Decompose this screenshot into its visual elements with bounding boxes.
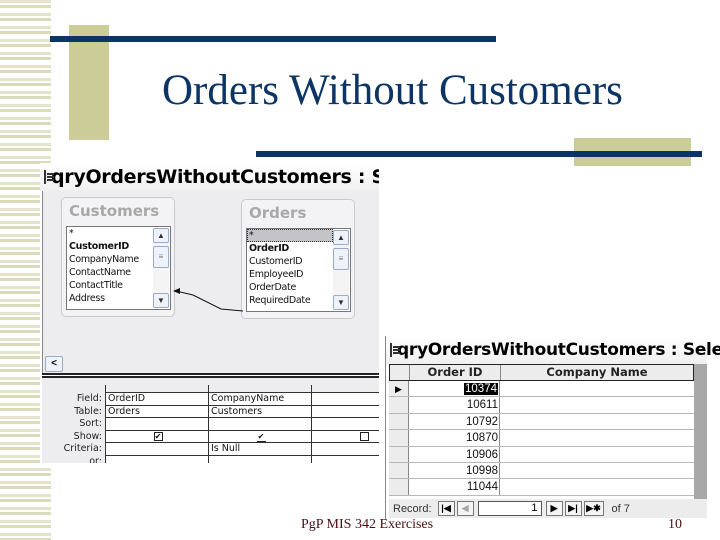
company-name-cell[interactable] bbox=[500, 479, 694, 494]
table-row[interactable]: 10998 bbox=[389, 462, 694, 480]
join-line-path bbox=[175, 290, 244, 312]
grid-cell-or[interactable] bbox=[209, 456, 311, 464]
grid-cell-show[interactable] bbox=[312, 431, 379, 443]
show-checkbox-checked[interactable]: ✔ bbox=[256, 432, 266, 442]
grid-cell-show[interactable]: ✔ bbox=[106, 431, 208, 443]
decorative-block-left bbox=[69, 25, 109, 140]
design-grid-pane: Field: Table: Sort: Show: Criteria: or: … bbox=[42, 378, 379, 463]
horizontal-scrollbar[interactable]: < |||| bbox=[45, 353, 85, 391]
record-selector[interactable] bbox=[389, 430, 409, 446]
column-selector[interactable] bbox=[209, 385, 311, 393]
datasheet-window-titlebar[interactable]: qryOrdersWithoutCustomers : Select bbox=[386, 336, 720, 364]
order-id-cell[interactable]: 11044 bbox=[409, 479, 500, 495]
company-name-cell[interactable] bbox=[500, 447, 694, 462]
order-id-cell[interactable]: 10906 bbox=[409, 446, 500, 462]
table-pane: Customers * CustomerID CompanyName Conta… bbox=[42, 191, 379, 391]
query-design-icon bbox=[44, 170, 54, 184]
table-row[interactable]: 10870 bbox=[389, 430, 694, 447]
grid-cell-field[interactable]: OrderID bbox=[106, 393, 208, 406]
grid-cell-or[interactable] bbox=[106, 456, 208, 464]
table-row[interactable]: ▶ 10374 bbox=[389, 381, 694, 398]
current-record-input[interactable]: 1 bbox=[477, 501, 542, 516]
datasheet-empty-area bbox=[694, 364, 707, 501]
scroll-left-icon[interactable]: < bbox=[45, 356, 63, 372]
grid-column[interactable]: OrderID Orders ✔ bbox=[105, 385, 208, 463]
grid-cell-sort[interactable] bbox=[209, 418, 311, 431]
table-row[interactable]: 11044 bbox=[389, 479, 694, 496]
column-header-order-id[interactable]: Order ID bbox=[410, 365, 501, 380]
datasheet-window-title: qryOrdersWithoutCustomers : Select bbox=[397, 340, 720, 360]
table-row[interactable]: 10906 bbox=[389, 446, 694, 463]
design-window-title: qryOrdersWithoutCustomers : Select Qu bbox=[51, 166, 379, 188]
company-name-cell[interactable] bbox=[500, 397, 694, 412]
grid-label-field: Field: bbox=[76, 393, 102, 404]
decorative-line-top bbox=[50, 36, 496, 42]
grid-label-show: Show: bbox=[73, 430, 102, 442]
grid-column[interactable] bbox=[311, 385, 379, 463]
record-selector[interactable] bbox=[389, 413, 409, 430]
grid-label-sort: Sort: bbox=[79, 418, 102, 429]
order-id-cell[interactable]: 10374 bbox=[409, 381, 500, 397]
grid-label-or: or: bbox=[89, 455, 102, 464]
datasheet-window: qryOrdersWithoutCustomers : Select Order… bbox=[385, 336, 720, 519]
grid-cell-table[interactable] bbox=[312, 406, 379, 418]
record-selector[interactable] bbox=[389, 462, 409, 479]
decorative-line-bottom bbox=[256, 151, 702, 157]
record-selector[interactable] bbox=[389, 446, 409, 462]
company-name-cell[interactable] bbox=[500, 381, 694, 396]
company-name-cell[interactable] bbox=[500, 414, 694, 429]
slide-title: Orders Without Customers bbox=[162, 67, 623, 114]
grid-cell-field[interactable]: CompanyName bbox=[209, 393, 311, 406]
grid-label-criteria: Criteria: bbox=[63, 443, 102, 454]
show-checkbox-unchecked[interactable] bbox=[359, 431, 369, 441]
record-count: of 7 bbox=[611, 502, 630, 515]
design-window-titlebar[interactable]: qryOrdersWithoutCustomers : Select Qu bbox=[40, 163, 379, 191]
column-header-company-name[interactable]: Company Name bbox=[501, 365, 693, 380]
last-record-button[interactable]: ▶| bbox=[564, 501, 582, 516]
grid-cell-sort[interactable] bbox=[312, 418, 379, 431]
record-selector[interactable] bbox=[389, 397, 409, 413]
grid-cell-criteria[interactable]: Is Null bbox=[209, 443, 311, 456]
grid-cell-criteria[interactable] bbox=[106, 443, 208, 456]
grid-cell-show[interactable]: ✔ bbox=[209, 431, 311, 443]
company-name-cell[interactable] bbox=[500, 463, 694, 478]
show-checkbox-checked[interactable]: ✔ bbox=[153, 431, 163, 441]
select-all-corner[interactable] bbox=[390, 365, 410, 380]
datasheet-header: Order ID Company Name bbox=[389, 364, 694, 381]
previous-record-button[interactable]: ◀ bbox=[456, 501, 474, 516]
datasheet-table: Order ID Company Name ▶ 10374 10611 1079… bbox=[389, 364, 694, 496]
grid-cell-sort[interactable] bbox=[106, 418, 208, 431]
first-record-button[interactable]: |◀ bbox=[437, 501, 455, 516]
new-record-button[interactable]: ▶✱ bbox=[583, 501, 604, 516]
slide-footer: PgP MIS 342 Exercises bbox=[301, 517, 434, 532]
order-id-cell[interactable]: 10870 bbox=[409, 430, 500, 446]
current-record-icon[interactable]: ▶ bbox=[389, 381, 409, 397]
record-selector[interactable] bbox=[389, 479, 409, 495]
grid-label-table: Table: bbox=[74, 405, 102, 417]
grid-column[interactable]: CompanyName Customers ✔ Is Null bbox=[208, 385, 311, 463]
slide-page-number: 10 bbox=[668, 517, 682, 532]
grid-row-labels: Field: Table: Sort: Show: Criteria: or: bbox=[42, 393, 102, 463]
join-arrow-icon bbox=[173, 288, 180, 294]
query-design-window: qryOrdersWithoutCustomers : Select Qu Cu… bbox=[40, 163, 379, 463]
table-row[interactable]: 10792 bbox=[389, 413, 694, 431]
column-selector[interactable] bbox=[106, 385, 208, 393]
table-row[interactable]: 10611 bbox=[389, 397, 694, 414]
record-label: Record: bbox=[393, 502, 432, 515]
order-id-cell[interactable]: 10792 bbox=[409, 413, 500, 430]
order-id-cell[interactable]: 10611 bbox=[409, 397, 500, 413]
column-selector[interactable] bbox=[312, 385, 379, 393]
grid-cell-table[interactable]: Orders bbox=[106, 406, 208, 418]
grid-cell-or[interactable] bbox=[312, 456, 379, 464]
company-name-cell[interactable] bbox=[500, 430, 694, 445]
order-id-cell[interactable]: 10998 bbox=[409, 462, 500, 479]
grid-cell-criteria[interactable] bbox=[312, 443, 379, 456]
join-line[interactable] bbox=[43, 191, 379, 373]
datasheet-icon bbox=[390, 343, 400, 357]
grid-cell-field[interactable] bbox=[312, 393, 379, 406]
record-navigation-bar: Record: |◀ ◀ 1 ▶ ▶| ▶✱ of 7 bbox=[389, 499, 707, 518]
next-record-button[interactable]: ▶ bbox=[545, 501, 563, 516]
grid-cell-table[interactable]: Customers bbox=[209, 406, 311, 418]
